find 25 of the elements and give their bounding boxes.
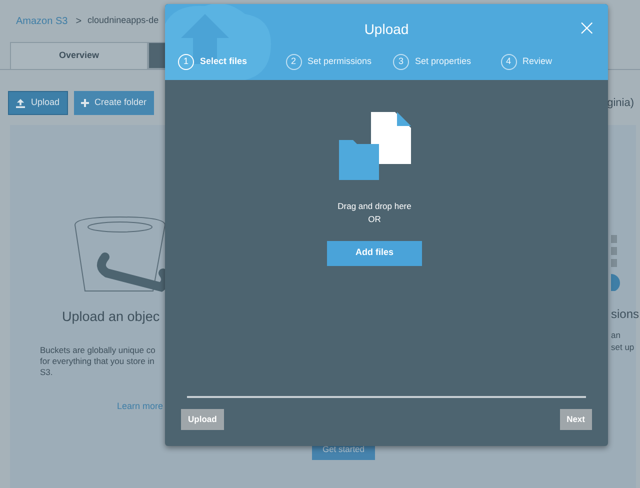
region-label: ginia) — [607, 96, 634, 111]
learn-more-link[interactable]: Learn more — [116, 400, 164, 414]
card-description: an set up — [611, 329, 636, 353]
breadcrumb-separator: > — [76, 14, 82, 28]
tab[interactable]: Overview — [10, 42, 148, 69]
upload-button[interactable]: Upload — [8, 91, 68, 115]
wizard-step[interactable]: 4 Review — [500, 54, 608, 70]
file-folder-icon — [338, 112, 410, 180]
server-drawing — [611, 235, 623, 291]
plus-icon — [80, 99, 89, 107]
or-label: OR — [368, 212, 381, 226]
breadcrumb-current: cloudnineapps-de — [88, 14, 159, 28]
card-heading: Upload an objec — [62, 308, 160, 326]
wizard-step[interactable]: 3 Set properties — [393, 54, 500, 70]
card-description: Buckets are globally unique co for everything that you store in S3. — [40, 345, 156, 378]
breadcrumb-link[interactable]: Amazon S3 — [16, 14, 68, 28]
upload-icon — [16, 98, 25, 108]
wizard-step[interactable]: 1 Select files — [178, 54, 286, 70]
wizard-step[interactable]: 2 Set permissions — [286, 54, 393, 70]
close-button[interactable]: × — [578, 19, 596, 39]
create-folder-button[interactable]: Create folder — [74, 91, 154, 115]
dialog-title: Upload — [364, 20, 409, 39]
drop-instructions: Drag and drop here — [338, 200, 412, 213]
add-files-button[interactable]: Add files — [327, 240, 422, 266]
card-heading: sions — [611, 306, 636, 323]
